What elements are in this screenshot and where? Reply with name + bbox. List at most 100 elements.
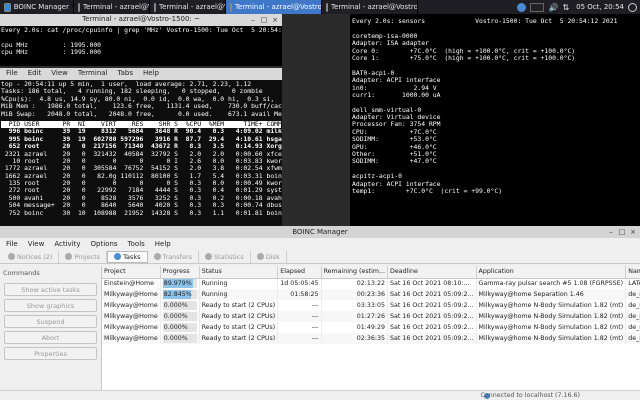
cell-status: Running	[199, 278, 279, 289]
network-icon[interactable]: ⇅	[562, 3, 569, 12]
volume-icon[interactable]: 🔊	[548, 3, 558, 12]
taskbar-task[interactable]: Terminal - azrael@Vostro-1...	[74, 0, 150, 14]
cell-application: Milkyway@home N-Body Simulation 1.82 (mt…	[476, 322, 627, 333]
minimize-icon[interactable]: –	[607, 228, 615, 236]
cell-deadline: Sat 16 Oct 2021 05:09:2...	[387, 300, 477, 311]
terminal-line: Every 2.0s: cat /proc/cpuinfo | grep 'MH…	[1, 26, 282, 34]
command-button[interactable]: Suspend	[4, 315, 97, 328]
menu-item-edit[interactable]: Edit	[28, 69, 42, 77]
taskbar-task[interactable]: Terminal - azrael@Vostro-1...	[322, 0, 418, 14]
boinc-tray-icon[interactable]	[517, 2, 527, 12]
cell-status: Ready to start (2 CPUs)	[199, 322, 279, 333]
menu-item-options[interactable]: Options	[91, 240, 118, 248]
taskbar-task-label: BOINC Manager	[13, 3, 69, 11]
column-header[interactable]: Remaining (estim...	[321, 266, 388, 279]
boinc-manager-window[interactable]: BOINC Manager – □ × File View Activity Opti…	[0, 226, 640, 400]
command-button[interactable]: Abort	[4, 331, 97, 344]
window-titlebar[interactable]: Terminal - azrael@Vostro-1500: ~ – □ ×	[0, 14, 282, 26]
top-panel: BOINC Manager Terminal - azrael@Vostro-1.…	[0, 0, 640, 14]
tab-label: Notices (2)	[17, 252, 53, 261]
notices-icon	[8, 253, 15, 260]
tasks-table-container[interactable]: Project Progress Status Elapsed Remaining (e…	[102, 266, 640, 390]
column-header[interactable]: Elapsed	[277, 266, 322, 279]
terminal-output[interactable]: top - 20:54:11 up 5 min, 1 user, load av…	[0, 80, 282, 218]
progress-text: 0.000%	[163, 335, 188, 342]
menu-item-activity[interactable]: Activity	[54, 240, 80, 248]
terminal-cpuinfo-window[interactable]: Terminal - azrael@Vostro-1500: ~ – □ × E…	[0, 14, 282, 66]
terminal-output[interactable]: Every 2.0s: cat /proc/cpuinfo | grep 'MH…	[0, 26, 282, 58]
terminal-top-window[interactable]: File Edit View Terminal Tabs Help top - 20:54…	[0, 68, 282, 226]
menu-item-tabs[interactable]: Tabs	[118, 69, 134, 77]
tab-transfers[interactable]: Transfers	[148, 250, 200, 263]
cell-remaining: 01:49:29	[321, 322, 388, 333]
taskbar-task-label: Terminal - azrael@Vostro-1...	[159, 3, 225, 11]
terminal-sensors-window[interactable]: Every 2.0s: sensors Vostro-1500: Tue Oct…	[350, 14, 640, 226]
terminal-menubar: File Edit View Terminal Tabs Help	[0, 68, 282, 80]
status-text: Connected to localhost (7.16.6)	[480, 392, 580, 399]
tab-tasks[interactable]: Tasks	[107, 250, 148, 263]
column-header[interactable]: Status	[199, 266, 279, 279]
menu-item-help[interactable]: Help	[155, 240, 171, 248]
close-icon[interactable]: ×	[629, 228, 637, 236]
column-header[interactable]: Name	[625, 266, 640, 279]
terminal-output[interactable]: Every 2.0s: sensors Vostro-1500: Tue Oct…	[350, 14, 640, 199]
clock-label[interactable]: 05 Oct, 20:54	[576, 3, 624, 11]
command-button[interactable]: Show active tasks	[4, 283, 97, 296]
tasks-table[interactable]: Project Progress Status Elapsed Remaining (e…	[102, 266, 640, 344]
progress-bar: 0.000%	[162, 334, 197, 343]
terminal-line: cpu MHz : 1995.000	[1, 48, 102, 57]
sensor-line: temp1: +7C.0°C (crit = +99.0°C)	[352, 186, 503, 195]
progress-text: 82.845%	[163, 291, 192, 298]
command-button[interactable]: Show graphics	[4, 299, 97, 312]
task-row[interactable]: Milkyway@Home 0.000% Ready to start (2 CPU…	[102, 333, 640, 344]
tab-statistics[interactable]: Statistics	[199, 250, 251, 263]
cell-application: Milkyway@home N-Body Simulation 1.82 (mt…	[476, 311, 627, 322]
column-header[interactable]: Progress	[160, 266, 200, 279]
window-titlebar[interactable]: BOINC Manager – □ ×	[0, 226, 640, 238]
maximize-icon[interactable]: □	[618, 228, 626, 236]
task-row[interactable]: Milkyway@Home 0.000% Ready to start (2 CPU…	[102, 322, 640, 333]
cell-elapsed: ---	[277, 300, 322, 311]
boinc-menubar: File View Activity Options Tools Help	[0, 238, 640, 250]
column-header[interactable]: Application	[476, 266, 627, 279]
cell-elapsed: 01:58:25	[277, 289, 322, 300]
maximize-icon[interactable]: □	[260, 16, 268, 24]
tab-projects[interactable]: Projects	[59, 250, 108, 263]
tab-label: Disk	[265, 252, 280, 261]
menu-item-view[interactable]: View	[51, 69, 68, 77]
menu-item-help[interactable]: Help	[143, 69, 159, 77]
taskbar-task[interactable]: BOINC Manager	[0, 0, 74, 14]
sensor-line: curr1: 1000.00 uA	[352, 90, 441, 99]
cpu-monitor-icon[interactable]	[530, 2, 545, 12]
cell-deadline: Sat 16 Oct 2021 05:09:2...	[387, 311, 477, 322]
clock-icon[interactable]	[628, 2, 637, 12]
task-row[interactable]: Milkyway@Home 0.000% Ready to start (2 CPU…	[102, 311, 640, 322]
menu-item-terminal[interactable]: Terminal	[78, 69, 108, 77]
command-button[interactable]: Properties	[4, 347, 97, 360]
progress-text: 0.000%	[163, 313, 188, 320]
menu-item-view[interactable]: View	[28, 240, 45, 248]
taskbar-task[interactable]: Terminal - azrael@Vostro-1...	[150, 0, 226, 14]
cell-project: Milkyway@Home	[102, 289, 161, 300]
cell-remaining: 03:33:05	[321, 300, 388, 311]
minimize-icon[interactable]: –	[249, 16, 257, 24]
cell-application: Gamma-ray pulsar search #5 1.08 (FGRPSSE…	[476, 278, 627, 289]
cell-name: de_nbody	[625, 322, 640, 333]
menu-item-tools[interactable]: Tools	[128, 240, 145, 248]
taskbar-task[interactable]: Terminal - azrael@Vostro-1500: ~	[226, 0, 322, 14]
close-icon[interactable]: ×	[271, 16, 279, 24]
menu-item-file[interactable]: File	[6, 69, 18, 77]
tab-disk[interactable]: Disk	[251, 250, 287, 263]
task-row[interactable]: Milkyway@Home 0.000% Ready to start (2 CPU…	[102, 300, 640, 311]
task-row[interactable]: Einstein@Home 89.979% Running 1d 05:05:45 02…	[102, 278, 640, 289]
cell-elapsed: ---	[277, 311, 322, 322]
column-header[interactable]: Project	[102, 266, 161, 279]
column-header[interactable]: Deadline	[387, 266, 477, 279]
task-row[interactable]: Milkyway@Home 82.845% Running 01:58:25 00:23…	[102, 289, 640, 300]
projects-icon	[65, 253, 73, 260]
menu-item-file[interactable]: File	[6, 240, 18, 248]
cell-name: de_nbody	[625, 333, 640, 344]
cell-name: de_modf	[625, 289, 640, 300]
cell-progress: 0.000%	[160, 333, 200, 344]
tab-notices[interactable]: Notices (2)	[2, 250, 60, 263]
